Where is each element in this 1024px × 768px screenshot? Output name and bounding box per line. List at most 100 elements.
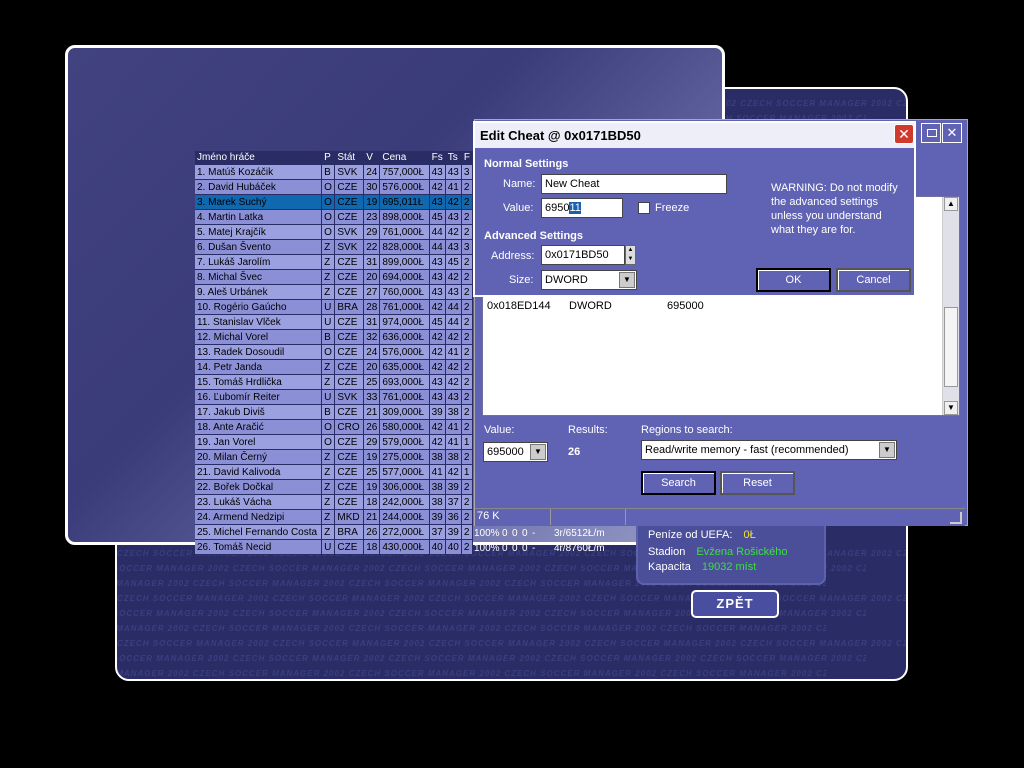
address-input[interactable]: 0x0171BD50 — [541, 245, 625, 265]
player-row[interactable]: 14. Petr Janda Z CZE 20 635,000Ł 42 42 2 — [195, 359, 474, 375]
chevron-down-icon[interactable]: ▼ — [530, 444, 546, 460]
player-row[interactable]: 13. Radek Dosoudil O CZE 24 576,000Ł 42 41 2 — [195, 344, 474, 360]
scroll-thumb[interactable] — [944, 307, 958, 387]
player-row[interactable]: 4. Martin Latka O CZE 23 898,000Ł 45 43 2 — [195, 209, 474, 225]
player-row[interactable]: 23. Lukáš Vácha Z CZE 18 242,000Ł 38 37 2 — [195, 494, 474, 510]
value-input[interactable]: 695011 — [541, 198, 623, 218]
player-cell: 42 — [445, 194, 462, 210]
stadium-row: Stadion Evžena Rošického — [648, 546, 787, 558]
freeze-checkbox[interactable] — [638, 202, 650, 214]
player-row[interactable]: 26. Tomáš Necid U CZE 18 430,000Ł 40 40 2 — [195, 539, 474, 555]
results-label: Results: — [568, 424, 608, 436]
player-row[interactable]: 8. Michal Švec Z CZE 20 694,000Ł 43 42 2 — [195, 269, 474, 285]
resize-grip-icon[interactable] — [950, 512, 962, 524]
regions-select[interactable]: Read/write memory - fast (recommended) ▼ — [641, 440, 897, 460]
player-row[interactable]: 20. Milan Černý Z CZE 19 275,000Ł 38 38 2 — [195, 449, 474, 465]
player-cell: 44 — [429, 239, 446, 255]
player-row[interactable]: 24. Armend Nedzipi Z MKD 21 244,000Ł 39 36 2 — [195, 509, 474, 525]
player-row[interactable]: 9. Aleš Urbánek Z CZE 27 760,000Ł 43 43 2 — [195, 284, 474, 300]
ok-button[interactable]: OK — [756, 268, 831, 292]
player-cell: 6. Dušan Švento — [195, 239, 323, 255]
player-cell: 31 — [363, 314, 381, 330]
player-cell: 761,000Ł — [379, 389, 430, 405]
player-cell: Z — [321, 449, 336, 465]
player-row[interactable]: 5. Matej Krajčík O SVK 29 761,000Ł 44 42 2 — [195, 224, 474, 240]
address-input-value: 0x0171BD50 — [545, 249, 609, 261]
player-cell: 309,000Ł — [379, 404, 430, 420]
player-cell: CZE — [334, 374, 365, 390]
player-cell: 2 — [461, 494, 474, 510]
player-row[interactable]: 17. Jakub Diviš B CZE 21 309,000Ł 39 38 2 — [195, 404, 474, 420]
player-cell: 44 — [445, 314, 462, 330]
cancel-button[interactable]: Cancel — [836, 268, 911, 292]
player-cell: 26. Tomáš Necid — [195, 539, 323, 555]
close-icon[interactable]: ✕ — [942, 123, 962, 143]
player-cell: 14. Petr Janda — [195, 359, 323, 375]
player-row[interactable]: 22. Bořek Dočkal Z CZE 19 306,000Ł 38 39 2 — [195, 479, 474, 495]
player-row[interactable]: 3. Marek Suchý O CZE 19 695,011Ł 43 42 2 — [195, 194, 474, 210]
player-row[interactable]: 15. Tomáš Hrdlička Z CZE 25 693,000Ł 43 42 2 — [195, 374, 474, 390]
player-cell: 2 — [461, 539, 474, 555]
column-header[interactable]: Jméno hráče — [195, 151, 323, 165]
name-input[interactable]: New Cheat — [541, 174, 727, 194]
player-row[interactable]: 2. David Hubáček O CZE 30 576,000Ł 42 41 2 — [195, 179, 474, 195]
player-cell: Z — [321, 254, 336, 270]
player-cell: SVK — [334, 164, 365, 180]
player-row[interactable]: 10. Rogério Gaúcho U BRA 28 761,000Ł 42 44 2 — [195, 299, 474, 315]
player-row[interactable]: 1. Matúš Kozáčik B SVK 24 757,000Ł 43 43 3 — [195, 164, 474, 180]
size-select[interactable]: DWORD ▼ — [541, 270, 637, 290]
column-header[interactable]: Stát — [334, 151, 365, 165]
watermark-row: CZECH SOCCER MANAGER 2002 CZECH SOCCER M… — [116, 669, 826, 678]
chevron-down-icon[interactable]: ▼ — [879, 442, 895, 458]
column-header[interactable]: Cena — [379, 151, 430, 165]
column-header[interactable]: P — [321, 151, 336, 165]
uefa-money-value: 0Ł — [743, 529, 756, 541]
back-button[interactable]: ZPĚT — [691, 590, 779, 618]
column-header[interactable]: Ts — [445, 151, 462, 165]
scroll-up-icon[interactable]: ▲ — [944, 197, 958, 211]
player-row[interactable]: 7. Lukáš Jarolím Z CZE 31 899,000Ł 43 45 2 — [195, 254, 474, 270]
player-cell: 21 — [363, 509, 381, 525]
player-row[interactable]: 16. Ľubomír Reiter U SVK 33 761,000Ł 43 43 2 — [195, 389, 474, 405]
minimize-icon[interactable] — [921, 123, 941, 143]
reset-button[interactable]: Reset — [720, 471, 795, 495]
player-cell: 23 — [363, 209, 381, 225]
column-header[interactable]: Fs — [429, 151, 446, 165]
result-row[interactable]: 0x018ED144 DWORD 695000 — [487, 299, 937, 314]
player-cell: 828,000Ł — [379, 239, 430, 255]
player-row[interactable]: 25. Michel Fernando Costa Z BRA 26 272,000Ł 3… — [195, 524, 474, 540]
player-cell: 20. Milan Černý — [195, 449, 323, 465]
player-cell: Z — [321, 479, 336, 495]
player-table: Jméno hráče P Stát V Cena Fs Ts F 1. Matúš Kozá… — [195, 151, 474, 555]
player-cell: CZE — [334, 464, 365, 480]
chevron-down-icon[interactable]: ▼ — [619, 272, 635, 288]
player-extra-cell: 0 — [522, 528, 528, 539]
search-value-select[interactable]: 695000 ▼ — [483, 442, 548, 462]
player-cell: 25 — [363, 374, 381, 390]
search-button[interactable]: Search — [641, 471, 716, 495]
player-cell: 635,000Ł — [379, 359, 430, 375]
player-cell: U — [321, 389, 336, 405]
player-cell: 29 — [363, 434, 381, 450]
column-header[interactable]: V — [363, 151, 381, 165]
close-icon[interactable]: ✕ — [894, 124, 914, 144]
player-cell: O — [321, 419, 336, 435]
player-row[interactable]: 18. Ante Aračić O CRO 26 580,000Ł 42 41 2 — [195, 419, 474, 435]
player-row[interactable]: 6. Dušan Švento Z SVK 22 828,000Ł 44 43 3 — [195, 239, 474, 255]
address-spinner-icon[interactable]: ▲ ▼ — [625, 245, 636, 265]
results-scrollbar[interactable]: ▲ ▼ — [942, 197, 959, 415]
player-cell: 2 — [461, 344, 474, 360]
player-cell: 760,000Ł — [379, 284, 430, 300]
scroll-down-icon[interactable]: ▼ — [944, 401, 958, 415]
player-row[interactable]: 19. Jan Vorel O CZE 29 579,000Ł 42 41 1 — [195, 434, 474, 450]
player-row[interactable]: 12. Michal Vorel B CZE 32 636,000Ł 42 42 2 — [195, 329, 474, 345]
player-cell: 3 — [461, 164, 474, 180]
player-cell: 430,000Ł — [379, 539, 430, 555]
player-cell: 577,000Ł — [379, 464, 430, 480]
player-row[interactable]: 11. Stanislav Vlček U CZE 31 974,000Ł 45 44 2 — [195, 314, 474, 330]
player-cell: 43 — [445, 209, 462, 225]
player-cell: 693,000Ł — [379, 374, 430, 390]
column-header[interactable]: F — [461, 151, 474, 165]
player-row[interactable]: 21. David Kalivoda Z CZE 25 577,000Ł 41 42 1 — [195, 464, 474, 480]
player-extra-cell: 100% — [474, 528, 500, 539]
